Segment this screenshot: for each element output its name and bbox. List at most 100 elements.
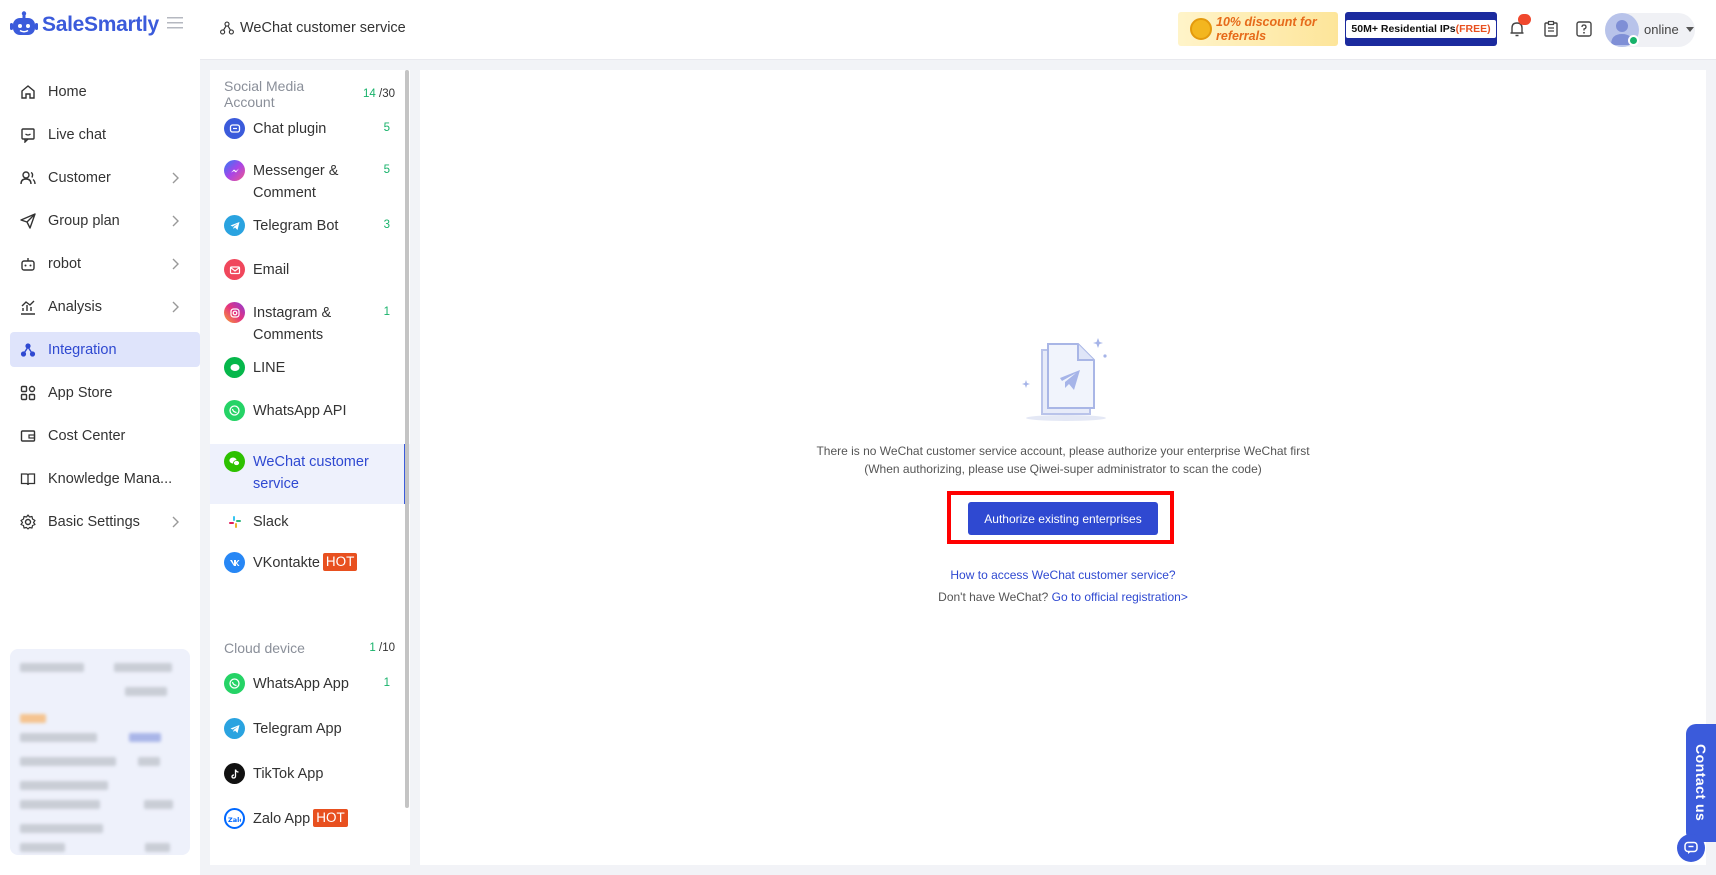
channel-label: Messenger & Comment	[253, 163, 339, 201]
channel-vkontakte[interactable]: VKontakte HOT	[210, 549, 410, 594]
nav-label: Cost Center	[48, 427, 126, 444]
channel-count: 5	[383, 164, 390, 176]
logo[interactable]: SaleSmartly	[10, 10, 159, 40]
chart-icon	[21, 300, 35, 315]
nav-label: Knowledge Mana...	[48, 470, 173, 487]
chat-icon	[21, 127, 35, 143]
online-status-dot	[1628, 35, 1639, 46]
residential-ip-banner[interactable]: 50M+ Residential IPs(FREE)	[1345, 12, 1497, 46]
integration-icon	[20, 342, 36, 357]
channel-messenger[interactable]: Messenger & Comment 5	[210, 158, 410, 214]
users-icon	[20, 170, 36, 184]
nav-item-integration[interactable]: Integration	[10, 332, 200, 367]
count-used: 14	[363, 88, 376, 100]
ip-banner-text: 50M+ Residential IPs(FREE)	[1346, 20, 1496, 38]
nav-item-cost-center[interactable]: Cost Center	[10, 418, 200, 453]
channel-label: WhatsApp API	[253, 403, 347, 419]
channel-label: Zalo App HOT	[253, 808, 348, 830]
nav-item-basic-settings[interactable]: Basic Settings	[10, 504, 200, 539]
hot-badge: HOT	[322, 553, 358, 571]
nav-label: robot	[48, 255, 82, 272]
nav-item-robot[interactable]: robot	[10, 246, 200, 281]
integration-icon	[220, 21, 234, 35]
main-content: There is no WeChat customer service acco…	[420, 70, 1706, 865]
channel-telegram-bot[interactable]: Telegram Bot 3	[210, 214, 410, 256]
empty-line-2: (When authorizing, please use Qiwei-supe…	[864, 462, 1262, 476]
messenger-icon	[224, 160, 245, 181]
nav-label: Integration	[48, 341, 117, 358]
channel-wechat-customer-service[interactable]: WeChat customer service	[210, 444, 410, 504]
tiktok-icon	[224, 763, 245, 784]
wechat-icon	[224, 451, 245, 472]
send-icon	[20, 212, 36, 229]
app-name: SaleSmartly	[42, 13, 159, 36]
channel-label: Chat plugin	[253, 121, 327, 137]
whatsapp-api-icon	[224, 400, 245, 421]
nav-item-home[interactable]: Home	[10, 74, 200, 109]
nav-label: Home	[48, 83, 87, 100]
empty-state-message: There is no WeChat customer service acco…	[420, 442, 1706, 478]
section-cloud-device: Cloud device 1 /10	[210, 632, 410, 664]
chevron-right-icon	[172, 172, 179, 184]
robot-logo-icon	[10, 11, 38, 35]
channel-email[interactable]: Email	[210, 256, 410, 298]
wallet-icon	[20, 429, 36, 442]
channel-label: Telegram Bot	[253, 218, 339, 234]
contact-us-label: Contact us	[1693, 744, 1709, 822]
channel-count: 1	[383, 677, 390, 689]
channel-zalo-app[interactable]: Zalo Zalo AppHOT	[210, 805, 410, 850]
instagram-icon	[224, 302, 245, 323]
channel-instagram[interactable]: Instagram & Comments 1	[210, 298, 410, 356]
contact-us-tab[interactable]: Contact us	[1686, 724, 1716, 842]
section-social-media: Social Media Account 14 /30	[210, 70, 410, 110]
notification-badge	[1518, 14, 1531, 25]
authorize-enterprises-button[interactable]: Authorize existing enterprises	[968, 502, 1158, 535]
channel-count: 3	[383, 219, 390, 231]
nav-item-app-store[interactable]: App Store	[10, 375, 200, 410]
slack-icon	[224, 511, 245, 532]
help-icon[interactable]	[1575, 20, 1593, 38]
chat-bubble-button[interactable]	[1677, 834, 1705, 862]
account-info-card-blurred	[10, 649, 190, 855]
coin-icon	[1190, 18, 1212, 40]
channel-whatsapp-app[interactable]: WhatsApp App 1	[210, 670, 410, 715]
nav-label: Analysis	[48, 298, 102, 315]
channel-telegram-app[interactable]: Telegram App	[210, 715, 410, 760]
empty-line-1: There is no WeChat customer service acco…	[816, 444, 1310, 458]
channel-whatsapp-api[interactable]: WhatsApp API	[210, 399, 410, 444]
channel-tiktok-app[interactable]: TikTok App	[210, 760, 410, 805]
empty-document-icon	[1022, 338, 1107, 421]
sidebar: SaleSmartly Home Live chat Customer Grou…	[0, 0, 200, 875]
nav-item-group-plan[interactable]: Group plan	[10, 203, 200, 238]
line-icon	[224, 357, 245, 378]
breadcrumb-label: WeChat customer service	[240, 20, 406, 36]
how-to-access-link[interactable]: How to access WeChat customer service?	[950, 568, 1175, 582]
telegram-bot-icon	[224, 215, 245, 236]
channel-label: Instagram & Comments	[253, 305, 332, 343]
nav-item-customer[interactable]: Customer	[10, 160, 200, 195]
nav-item-live-chat[interactable]: Live chat	[10, 117, 200, 152]
channel-slack[interactable]: Slack	[210, 504, 410, 549]
integration-channel-list: Social Media Account 14 /30 Chat plugin …	[210, 70, 410, 865]
menu-collapse-icon[interactable]	[167, 16, 183, 30]
channel-line[interactable]: LINE	[210, 356, 410, 399]
zalo-icon: Zalo	[224, 808, 245, 829]
chevron-right-icon	[172, 516, 179, 528]
robot-icon	[21, 257, 35, 271]
caret-down-icon	[1686, 27, 1694, 32]
nav-item-knowledge[interactable]: Knowledge Mana...	[10, 461, 200, 496]
section-title: Social Media Account	[224, 78, 305, 110]
ip-banner-free: (FREE)	[1455, 23, 1491, 35]
book-icon	[20, 472, 36, 485]
channel-label: VKontakte HOT	[253, 552, 358, 574]
gear-icon	[20, 513, 36, 530]
referral-banner[interactable]: 10% discount for referrals	[1178, 12, 1338, 46]
channel-chat-plugin[interactable]: Chat plugin 5	[210, 116, 410, 158]
clipboard-icon[interactable]	[1542, 20, 1560, 38]
nav-label: Live chat	[48, 126, 107, 143]
referral-banner-text: 10% discount for referrals	[1216, 15, 1317, 43]
nav-item-analysis[interactable]: Analysis	[10, 289, 200, 324]
official-registration-link[interactable]: Go to official registration>	[1052, 590, 1188, 604]
section-count: 14 /30	[363, 88, 395, 100]
channel-list-scrollbar[interactable]	[405, 70, 409, 808]
